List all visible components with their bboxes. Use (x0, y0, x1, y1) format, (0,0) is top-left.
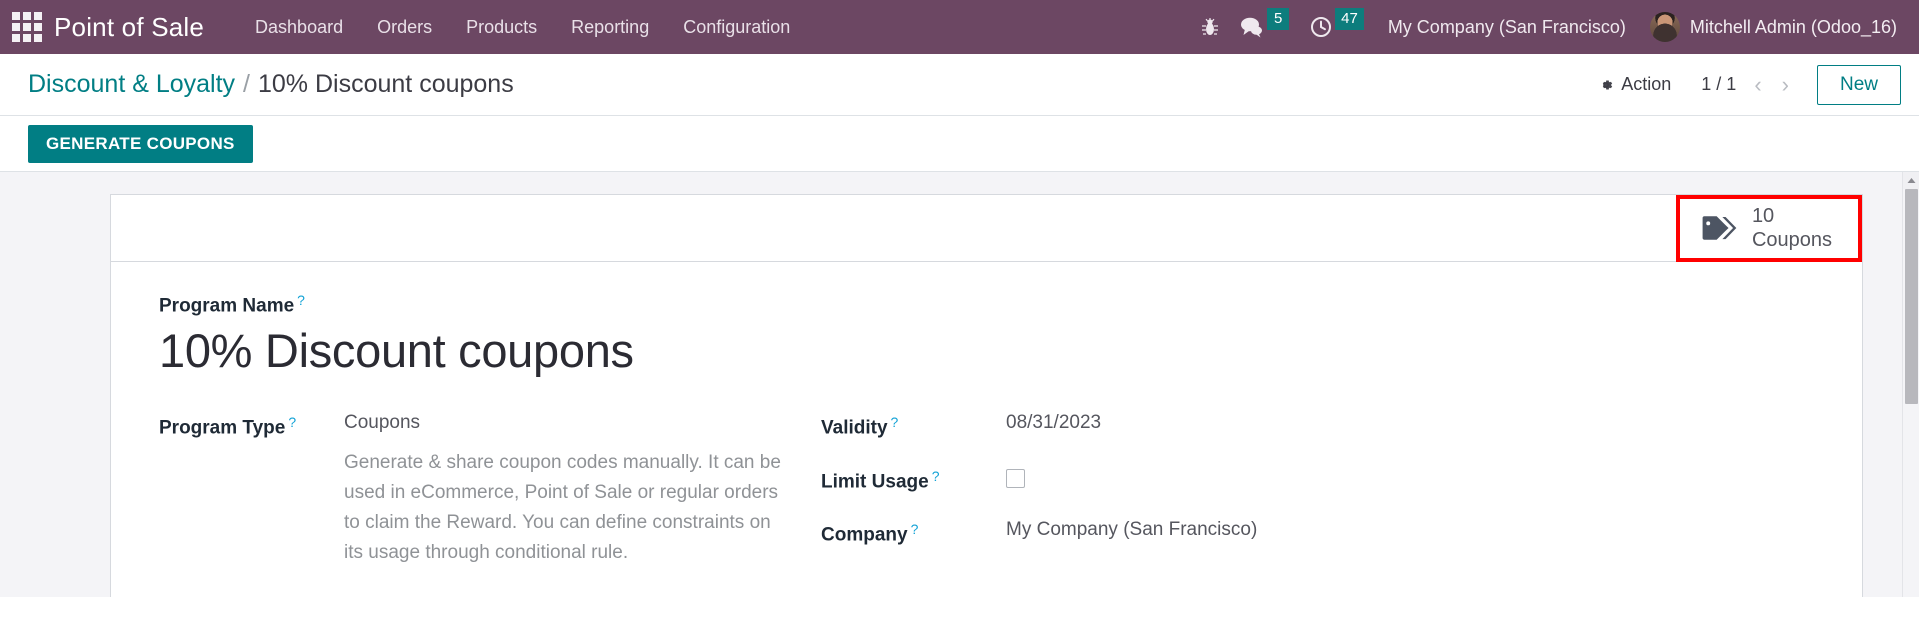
action-menu-label: Action (1621, 74, 1672, 94)
program-type-label: Program Type (159, 417, 286, 439)
menu-item-products[interactable]: Products (449, 11, 554, 44)
breadcrumb-parent-link[interactable]: Discount & Loyalty (28, 70, 235, 99)
help-icon-company[interactable]: ? (911, 521, 919, 537)
program-type-description: Generate & share coupon codes manually. … (344, 452, 781, 564)
validity-label: Validity (821, 417, 888, 439)
user-avatar (1649, 12, 1680, 42)
scroll-up-arrow-icon[interactable] (1903, 172, 1919, 189)
new-record-button[interactable]: New (1816, 64, 1901, 105)
messages-count-badge: 5 (1267, 8, 1290, 30)
chevron-left-icon[interactable]: ‹ (1746, 70, 1769, 100)
activities-button[interactable]: 47 (1299, 0, 1374, 54)
form-column-right: Validity? 08/31/2023 Limit Usage? Compan… (821, 412, 1521, 594)
program-name-value[interactable]: 10% Discount coupons (159, 323, 1862, 378)
company-label: Company (821, 524, 908, 546)
company-value[interactable]: My Company (San Francisco) (1006, 519, 1257, 541)
limit-usage-label-cell: Limit Usage? (821, 466, 1006, 493)
messages-button[interactable]: 5 (1229, 0, 1299, 54)
menu-item-reporting[interactable]: Reporting (554, 11, 666, 44)
company-row: Company? My Company (San Francisco) (821, 519, 1521, 546)
form-column-left: Program Type? Coupons Generate & share c… (159, 412, 821, 594)
help-icon-limit-usage[interactable]: ? (932, 468, 940, 484)
coupons-stat-button[interactable]: 10 Coupons (1679, 198, 1858, 258)
control-panel-actions: Action 1 / 1 ‹ › New (1588, 64, 1901, 105)
menu-item-dashboard[interactable]: Dashboard (238, 11, 360, 44)
apps-grid-glyph (12, 12, 42, 42)
clock-icon (1311, 17, 1332, 37)
user-menu[interactable]: Mitchell Admin (Odoo_16) (1640, 12, 1905, 42)
chat-bubble-icon (1241, 17, 1263, 38)
form-columns: Program Type? Coupons Generate & share c… (111, 378, 1862, 594)
menu-item-orders[interactable]: Orders (360, 11, 449, 44)
menu-item-configuration[interactable]: Configuration (666, 11, 807, 44)
tags-icon (1702, 216, 1737, 240)
vertical-scrollbar[interactable] (1902, 172, 1919, 597)
form-sheet-body: Program Name? 10% Discount coupons Progr… (111, 262, 1862, 594)
coupons-stat-text: 10 Coupons (1752, 204, 1832, 253)
form-sheet: 10 Coupons Program Name? 10% Discount co… (110, 194, 1863, 597)
record-pager-counter: 1 / 1 (1701, 74, 1737, 94)
validity-value[interactable]: 08/31/2023 (1006, 412, 1101, 434)
program-name-label: Program Name (159, 295, 295, 317)
action-menu-button[interactable]: Action (1588, 68, 1681, 101)
top-navbar: Point of Sale Dashboard Orders Products … (0, 0, 1919, 54)
breadcrumb-current-record: 10% Discount coupons (258, 70, 514, 98)
gear-icon (1603, 80, 1613, 89)
program-type-value[interactable]: Coupons (344, 412, 784, 434)
limit-usage-value-cell (1006, 466, 1025, 488)
navbar-right-tools: 5 47 My Company (San Francisco) Mitchell… (1191, 0, 1919, 54)
chevron-right-icon[interactable]: › (1774, 70, 1797, 100)
form-view-container: 10 Coupons Program Name? 10% Discount co… (0, 172, 1919, 597)
breadcrumb: Discount & Loyalty / 10% Discount coupon… (28, 70, 514, 99)
main-menu: Dashboard Orders Products Reporting Conf… (238, 11, 807, 44)
app-brand-title[interactable]: Point of Sale (54, 12, 204, 43)
program-name-label-row: Program Name? (159, 292, 1862, 317)
stat-button-highlight: 10 Coupons (1675, 194, 1862, 262)
validity-label-cell: Validity? (821, 412, 1006, 439)
help-icon-program-name[interactable]: ? (297, 292, 305, 308)
limit-usage-checkbox[interactable] (1006, 468, 1025, 488)
company-switcher[interactable]: My Company (San Francisco) (1374, 17, 1640, 38)
coupons-stat-value: 10 (1751, 204, 1775, 227)
program-name-group: Program Name? 10% Discount coupons (111, 292, 1862, 378)
apps-grid-icon[interactable] (0, 0, 46, 54)
bug-icon[interactable] (1191, 0, 1229, 54)
control-panel: Discount & Loyalty / 10% Discount coupon… (0, 54, 1919, 116)
help-icon-validity[interactable]: ? (891, 414, 899, 430)
breadcrumb-separator: / (243, 70, 250, 98)
activities-count-badge: 47 (1335, 8, 1364, 30)
generate-coupons-button[interactable]: GENERATE COUPONS (28, 124, 253, 163)
program-type-label-cell: Program Type? (159, 412, 344, 439)
scrollbar-thumb[interactable] (1905, 189, 1918, 404)
program-type-row: Program Type? Coupons Generate & share c… (159, 412, 821, 568)
limit-usage-row: Limit Usage? (821, 466, 1521, 493)
program-type-value-cell: Coupons Generate & share coupon codes ma… (344, 412, 784, 568)
stat-button-box: 10 Coupons (111, 194, 1862, 262)
user-name-label: Mitchell Admin (Odoo_16) (1689, 16, 1897, 37)
help-icon-program-type[interactable]: ? (288, 414, 296, 430)
record-statusbar: GENERATE COUPONS (0, 116, 1919, 172)
company-label-cell: Company? (821, 519, 1006, 546)
validity-row: Validity? 08/31/2023 (821, 412, 1521, 439)
coupons-stat-label: Coupons (1751, 229, 1832, 251)
limit-usage-label: Limit Usage (821, 470, 929, 492)
